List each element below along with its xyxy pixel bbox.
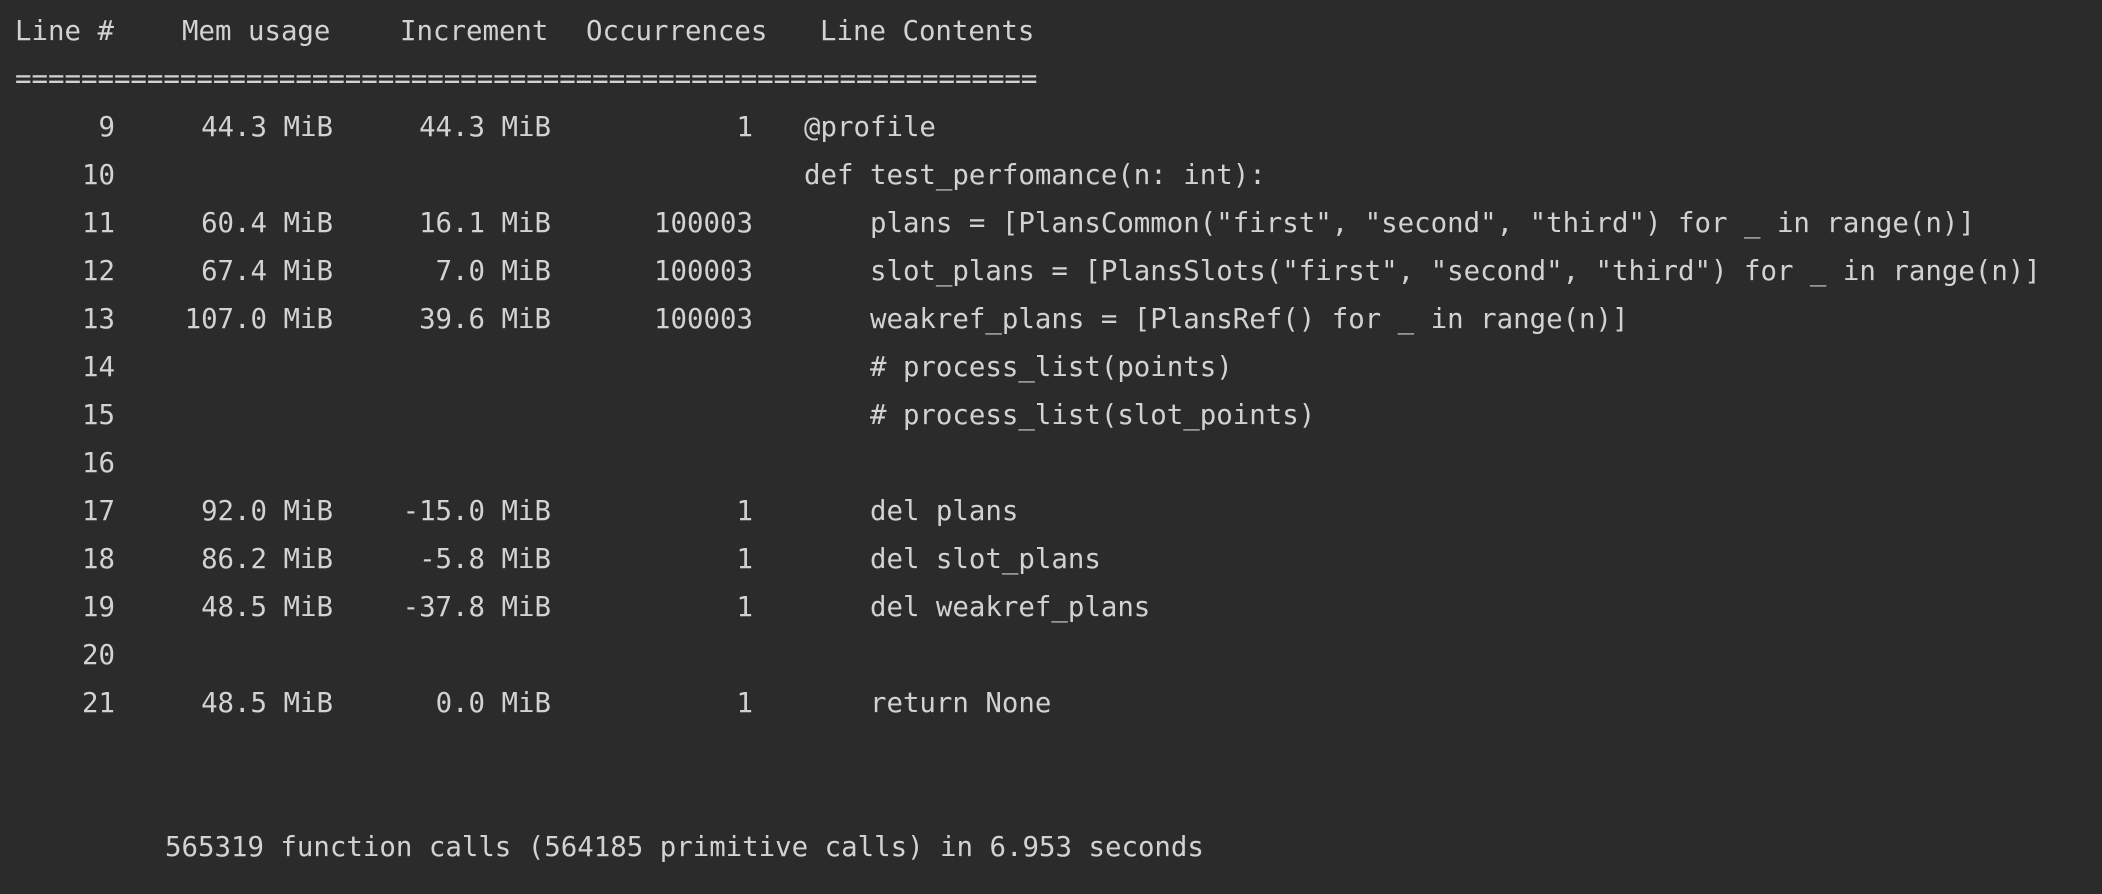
table-row: 14 # process_list(points) <box>15 344 2095 392</box>
cell-occurrences: 100003 <box>654 304 753 335</box>
header-occurrences: Occurrences <box>586 16 768 47</box>
cell-mem-usage: 107.0 MiB <box>184 304 333 335</box>
table-row: 17 92.0 MiB -15.0 MiB 1 del plans <box>15 488 2095 536</box>
cell-line-number: 21 <box>82 688 115 719</box>
cell-mem-usage: 86.2 MiB <box>201 544 333 575</box>
cell-occurrences: 1 <box>736 544 754 575</box>
cell-mem-usage: 67.4 MiB <box>201 256 333 287</box>
table-row: 16 <box>15 440 2095 488</box>
cell-increment: 7.0 MiB <box>435 256 551 287</box>
cell-line-contents: plans = [PlansCommon("first", "second", … <box>804 208 1975 239</box>
table-header: Line # Mem usage Increment Occurrences L… <box>15 8 1034 56</box>
cell-line-number: 16 <box>82 448 115 479</box>
cell-line-contents: del plans <box>804 496 1019 527</box>
cell-increment: -15.0 MiB <box>402 496 551 527</box>
header-line-contents: Line Contents <box>820 16 1035 47</box>
cell-mem-usage: 92.0 MiB <box>201 496 333 527</box>
cell-line-contents: @profile <box>804 112 936 143</box>
table-row: 10 def test_perfomance(n: int): <box>15 152 2095 200</box>
table-row: 11 60.4 MiB 16.1 MiB 100003 plans = [PlansC… <box>15 200 2095 248</box>
cell-mem-usage: 48.5 MiB <box>201 592 333 623</box>
cell-line-contents: slot_plans = [PlansSlots("first", "secon… <box>804 256 2041 287</box>
cell-line-number: 10 <box>82 160 115 191</box>
cell-line-contents: return None <box>804 688 1052 719</box>
cell-increment: 16.1 MiB <box>419 208 551 239</box>
cell-occurrences: 1 <box>736 496 754 527</box>
cell-line-number: 14 <box>82 352 115 383</box>
cell-occurrences: 100003 <box>654 256 753 287</box>
table-row: 9 44.3 MiB 44.3 MiB 1 @profile <box>15 104 2095 152</box>
cell-line-contents: def test_perfomance(n: int): <box>804 160 1266 191</box>
cell-line-contents: del weakref_plans <box>804 592 1151 623</box>
table-row: 19 48.5 MiB -37.8 MiB 1 del weakref_plans <box>15 584 2095 632</box>
terminal-output[interactable]: Line # Mem usage Increment Occurrences L… <box>0 0 2102 894</box>
summary-text: 565319 function calls (564185 primitive … <box>165 832 1204 863</box>
cell-line-number: 13 <box>82 304 115 335</box>
table-row: 12 67.4 MiB 7.0 MiB 100003 slot_plans = [Pl… <box>15 248 2095 296</box>
cell-increment: -37.8 MiB <box>402 592 551 623</box>
cell-line-contents: # process_list(slot_points) <box>804 400 1316 431</box>
cell-line-number: 15 <box>82 400 115 431</box>
cell-line-number: 18 <box>82 544 115 575</box>
cell-mem-usage: 44.3 MiB <box>201 112 333 143</box>
cell-increment: -5.8 MiB <box>419 544 551 575</box>
cell-increment: 44.3 MiB <box>419 112 551 143</box>
cell-occurrences: 1 <box>736 688 754 719</box>
cell-increment: 39.6 MiB <box>419 304 551 335</box>
table-row: 21 48.5 MiB 0.0 MiB 1 return None <box>15 680 2095 728</box>
cell-occurrences: 1 <box>736 112 754 143</box>
cell-increment: 0.0 MiB <box>435 688 551 719</box>
separator-line: ========================================… <box>15 64 1038 95</box>
cell-mem-usage: 48.5 MiB <box>201 688 333 719</box>
header-increment: Increment <box>400 16 549 47</box>
table-row: 18 86.2 MiB -5.8 MiB 1 del slot_plans <box>15 536 2095 584</box>
cell-line-contents: # process_list(points) <box>804 352 1233 383</box>
cell-line-number: 11 <box>82 208 115 239</box>
cell-line-number: 20 <box>82 640 115 671</box>
cell-line-number: 9 <box>98 112 116 143</box>
table-row: 13 107.0 MiB 39.6 MiB 100003 weakref_plans … <box>15 296 2095 344</box>
cell-line-number: 17 <box>82 496 115 527</box>
cell-mem-usage: 60.4 MiB <box>201 208 333 239</box>
header-mem-usage: Mem usage <box>182 16 331 47</box>
cell-line-number: 12 <box>82 256 115 287</box>
table-row: 20 <box>15 632 2095 680</box>
cell-line-number: 19 <box>82 592 115 623</box>
cell-line-contents: weakref_plans = [PlansRef() for _ in ran… <box>804 304 1629 335</box>
header-line-number: Line # <box>15 16 114 47</box>
cell-line-contents: del slot_plans <box>804 544 1101 575</box>
cell-occurrences: 1 <box>736 592 754 623</box>
cell-occurrences: 100003 <box>654 208 753 239</box>
table-row: 15 # process_list(slot_points) <box>15 392 2095 440</box>
